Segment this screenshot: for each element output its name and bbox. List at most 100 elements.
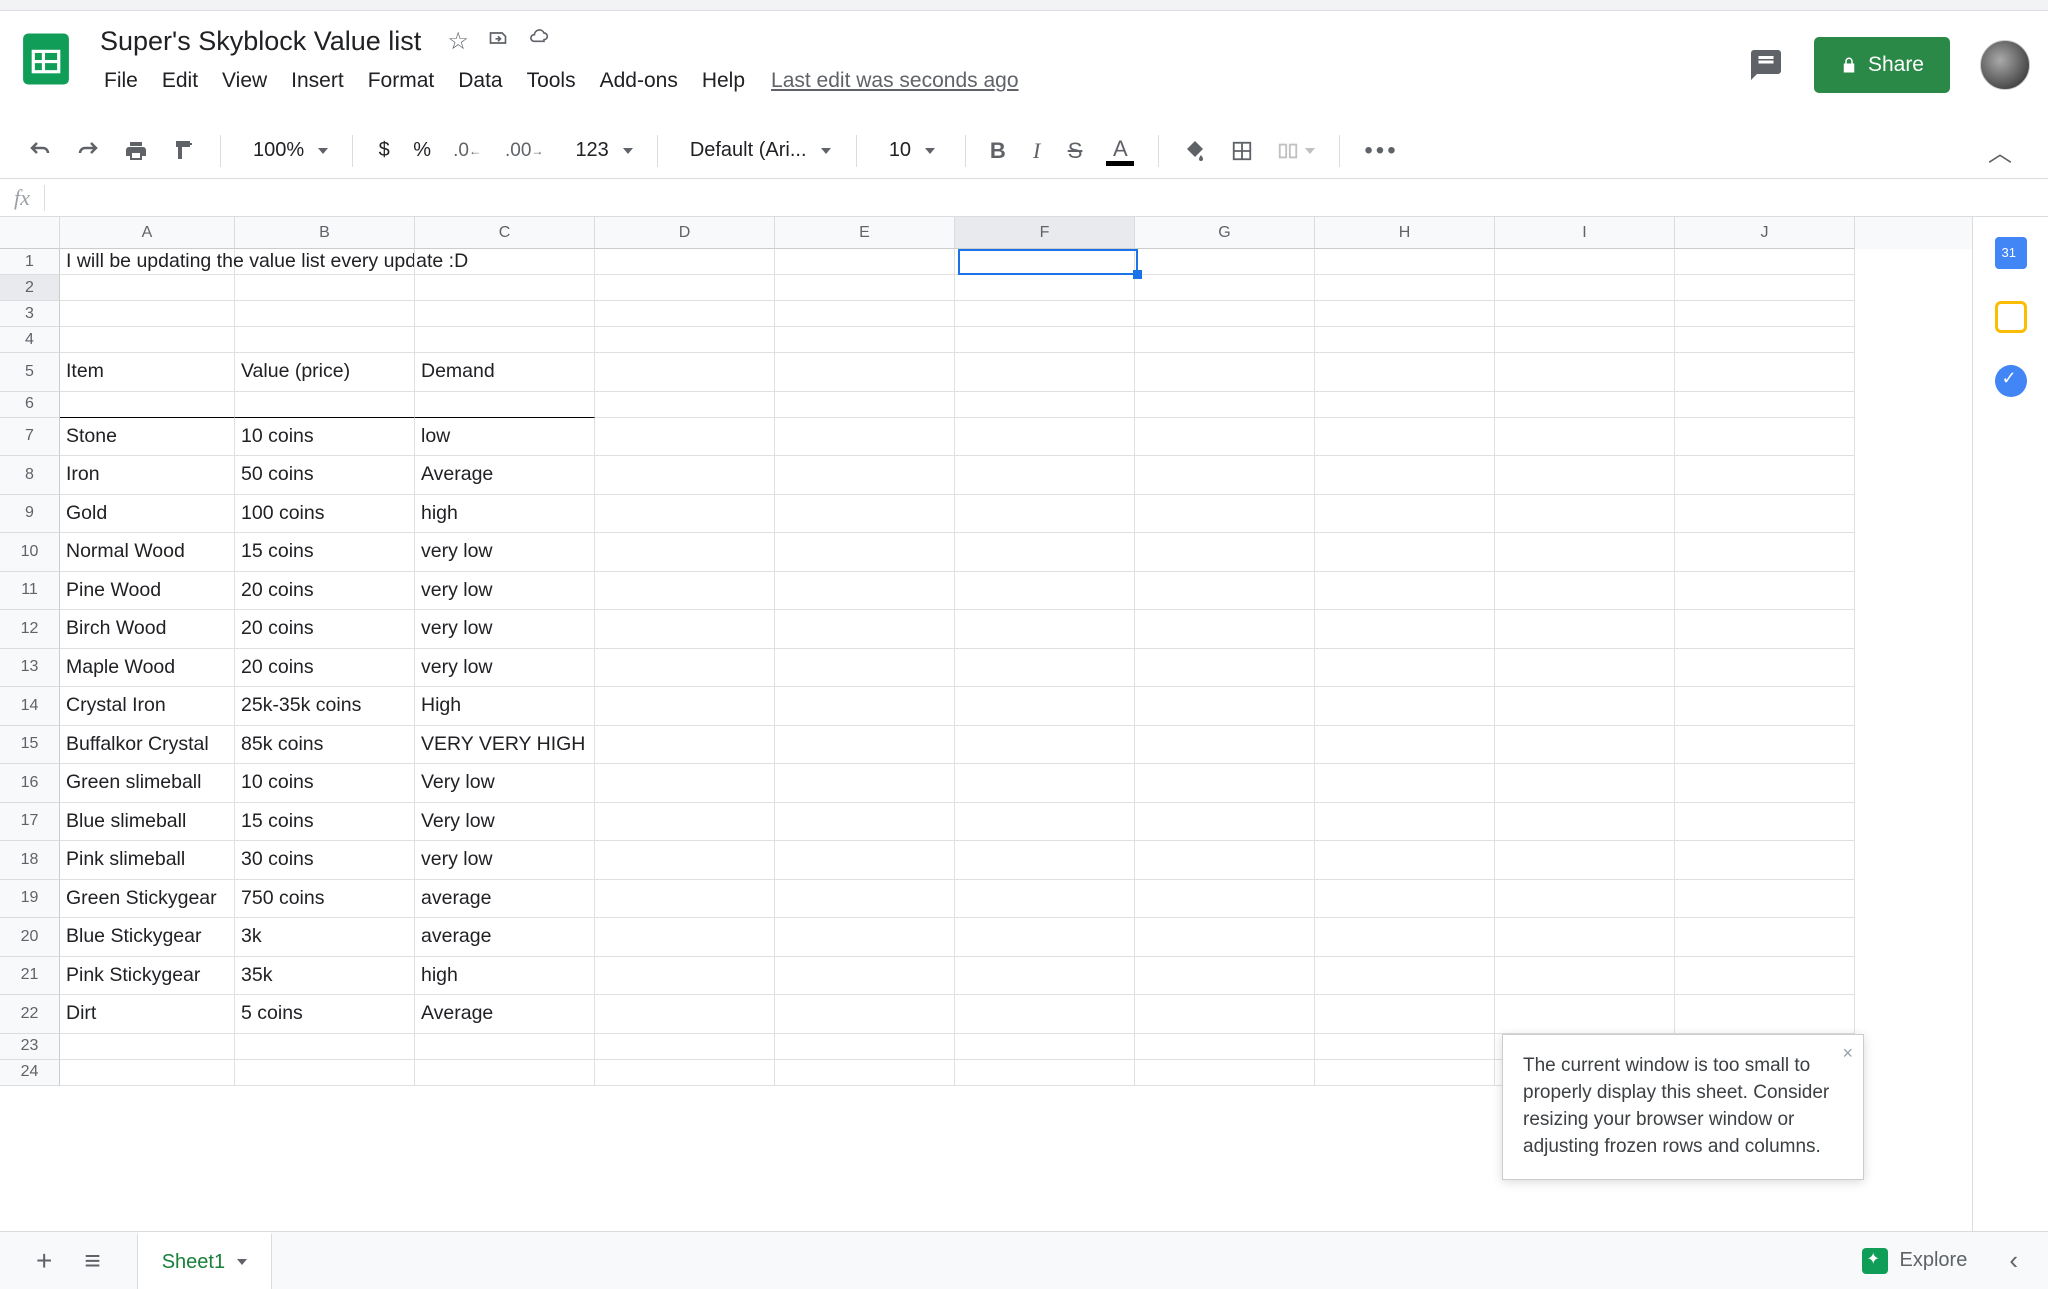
cell-D24[interactable] [595,1060,775,1086]
cell-I1[interactable] [1495,249,1675,275]
fontsize-dropdown[interactable]: 10 [871,139,951,162]
cell-H8[interactable] [1315,456,1495,495]
cell-C10[interactable]: very low [415,533,595,572]
row-header-22[interactable]: 22 [0,995,60,1034]
menu-help[interactable]: Help [690,63,757,99]
menu-file[interactable]: File [92,63,150,99]
cell-F18[interactable] [955,841,1135,880]
cell-B11[interactable]: 20 coins [235,572,415,611]
cell-E23[interactable] [775,1034,955,1060]
all-sheets-button[interactable]: ≡ [68,1235,116,1287]
cell-J9[interactable] [1675,495,1855,534]
row-header-17[interactable]: 17 [0,803,60,842]
col-header-A[interactable]: A [60,217,235,249]
cell-D11[interactable] [595,572,775,611]
strikethrough-icon[interactable]: S [1058,132,1093,170]
cell-J10[interactable] [1675,533,1855,572]
cell-I2[interactable] [1495,275,1675,301]
cell-A9[interactable]: Gold [60,495,235,534]
cell-J13[interactable] [1675,649,1855,688]
cell-B6[interactable] [235,392,415,418]
explore-button[interactable]: Explore ‹ [1852,1235,2028,1286]
cell-E6[interactable] [775,392,955,418]
cell-F11[interactable] [955,572,1135,611]
cell-F14[interactable] [955,687,1135,726]
cell-I10[interactable] [1495,533,1675,572]
cell-G24[interactable] [1135,1060,1315,1086]
cell-H10[interactable] [1315,533,1495,572]
row-header-21[interactable]: 21 [0,957,60,996]
cell-E12[interactable] [775,610,955,649]
cell-H15[interactable] [1315,726,1495,765]
cell-G15[interactable] [1135,726,1315,765]
cell-H3[interactable] [1315,301,1495,327]
cell-B10[interactable]: 15 coins [235,533,415,572]
cell-A20[interactable]: Blue Stickygear [60,918,235,957]
cell-E17[interactable] [775,803,955,842]
zoom-dropdown[interactable]: 100% [235,139,338,162]
cell-D8[interactable] [595,456,775,495]
cell-H17[interactable] [1315,803,1495,842]
fill-color-icon[interactable] [1173,133,1217,169]
cell-J19[interactable] [1675,880,1855,919]
cell-J18[interactable] [1675,841,1855,880]
cell-G22[interactable] [1135,995,1315,1034]
cell-G8[interactable] [1135,456,1315,495]
cell-D19[interactable] [595,880,775,919]
calendar-icon[interactable]: 31 [1995,237,2027,269]
cell-F21[interactable] [955,957,1135,996]
cell-B13[interactable]: 20 coins [235,649,415,688]
cell-E13[interactable] [775,649,955,688]
cell-F13[interactable] [955,649,1135,688]
cell-E9[interactable] [775,495,955,534]
cell-F16[interactable] [955,764,1135,803]
last-edit-link[interactable]: Last edit was seconds ago [771,69,1019,93]
cell-B7[interactable]: 10 coins [235,418,415,457]
sheets-logo-icon[interactable] [18,31,74,87]
cell-E18[interactable] [775,841,955,880]
cell-G12[interactable] [1135,610,1315,649]
col-header-F[interactable]: F [955,217,1135,249]
cell-C2[interactable] [415,275,595,301]
row-header-15[interactable]: 15 [0,726,60,765]
cell-E19[interactable] [775,880,955,919]
fill-handle[interactable] [1133,270,1142,279]
italic-icon[interactable]: I [1020,132,1054,170]
cell-H14[interactable] [1315,687,1495,726]
cell-I17[interactable] [1495,803,1675,842]
cell-D4[interactable] [595,327,775,353]
cell-E5[interactable] [775,353,955,392]
row-header-19[interactable]: 19 [0,880,60,919]
redo-icon[interactable] [66,133,110,169]
cell-F7[interactable] [955,418,1135,457]
cell-G5[interactable] [1135,353,1315,392]
cell-G11[interactable] [1135,572,1315,611]
cell-B4[interactable] [235,327,415,353]
cell-C8[interactable]: Average [415,456,595,495]
cell-D12[interactable] [595,610,775,649]
menu-addons[interactable]: Add-ons [588,63,690,99]
share-button[interactable]: Share [1814,37,1950,93]
menu-format[interactable]: Format [356,63,447,99]
cell-H5[interactable] [1315,353,1495,392]
cell-H11[interactable] [1315,572,1495,611]
cell-F23[interactable] [955,1034,1135,1060]
cell-C24[interactable] [415,1060,595,1086]
cell-E24[interactable] [775,1060,955,1086]
row-header-10[interactable]: 10 [0,533,60,572]
cell-E15[interactable] [775,726,955,765]
bold-icon[interactable]: B [980,132,1016,170]
cell-C19[interactable]: average [415,880,595,919]
cell-I14[interactable] [1495,687,1675,726]
tasks-icon[interactable]: ✓ [1995,365,2027,397]
cell-G17[interactable] [1135,803,1315,842]
cell-B20[interactable]: 3k [235,918,415,957]
cell-G14[interactable] [1135,687,1315,726]
cell-H19[interactable] [1315,880,1495,919]
cell-F20[interactable] [955,918,1135,957]
cell-D15[interactable] [595,726,775,765]
cell-C22[interactable]: Average [415,995,595,1034]
cell-B14[interactable]: 25k-35k coins [235,687,415,726]
cell-A23[interactable] [60,1034,235,1060]
cell-G1[interactable] [1135,249,1315,275]
